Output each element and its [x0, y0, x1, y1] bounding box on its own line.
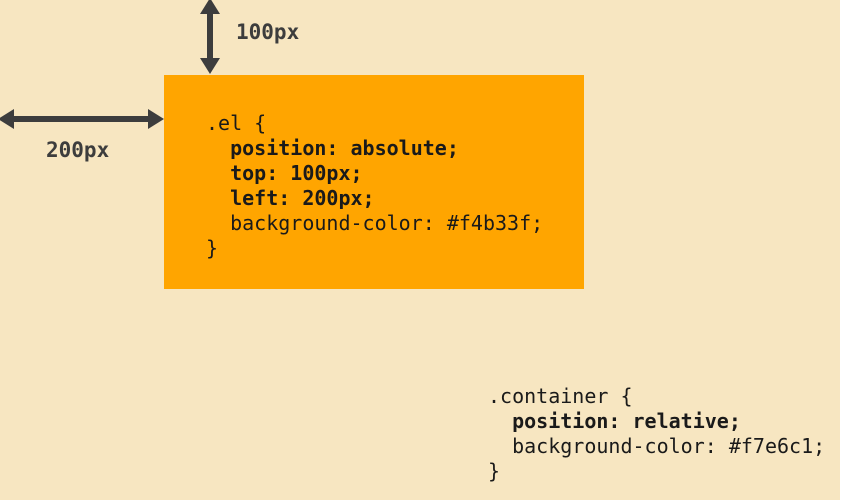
left-offset-arrow [0, 109, 164, 129]
code-line-bold: left: 200px; [206, 186, 375, 210]
code-line: } [206, 236, 219, 260]
container-css-code: .container { position: relative; backgro… [488, 384, 825, 484]
code-line: background-color: #f4b33f; [206, 211, 544, 235]
code-line: background-color: #f7e6c1; [488, 434, 826, 458]
positioned-element: .el { position: absolute; top: 100px; le… [164, 75, 584, 289]
container-box: 100px 200px .el { position: absolute; to… [0, 0, 844, 504]
top-offset-arrow [200, 0, 220, 74]
code-line: .container { [488, 384, 633, 408]
top-offset-label: 100px [236, 20, 300, 44]
code-line-bold: top: 100px; [206, 161, 363, 185]
code-line-bold: position: relative; [488, 409, 741, 433]
left-offset-label: 200px [46, 138, 110, 162]
code-line-bold: position: absolute; [206, 136, 459, 160]
el-css-code: .el { position: absolute; top: 100px; le… [206, 111, 543, 261]
code-line: .el { [206, 111, 267, 135]
code-line: } [488, 459, 501, 483]
